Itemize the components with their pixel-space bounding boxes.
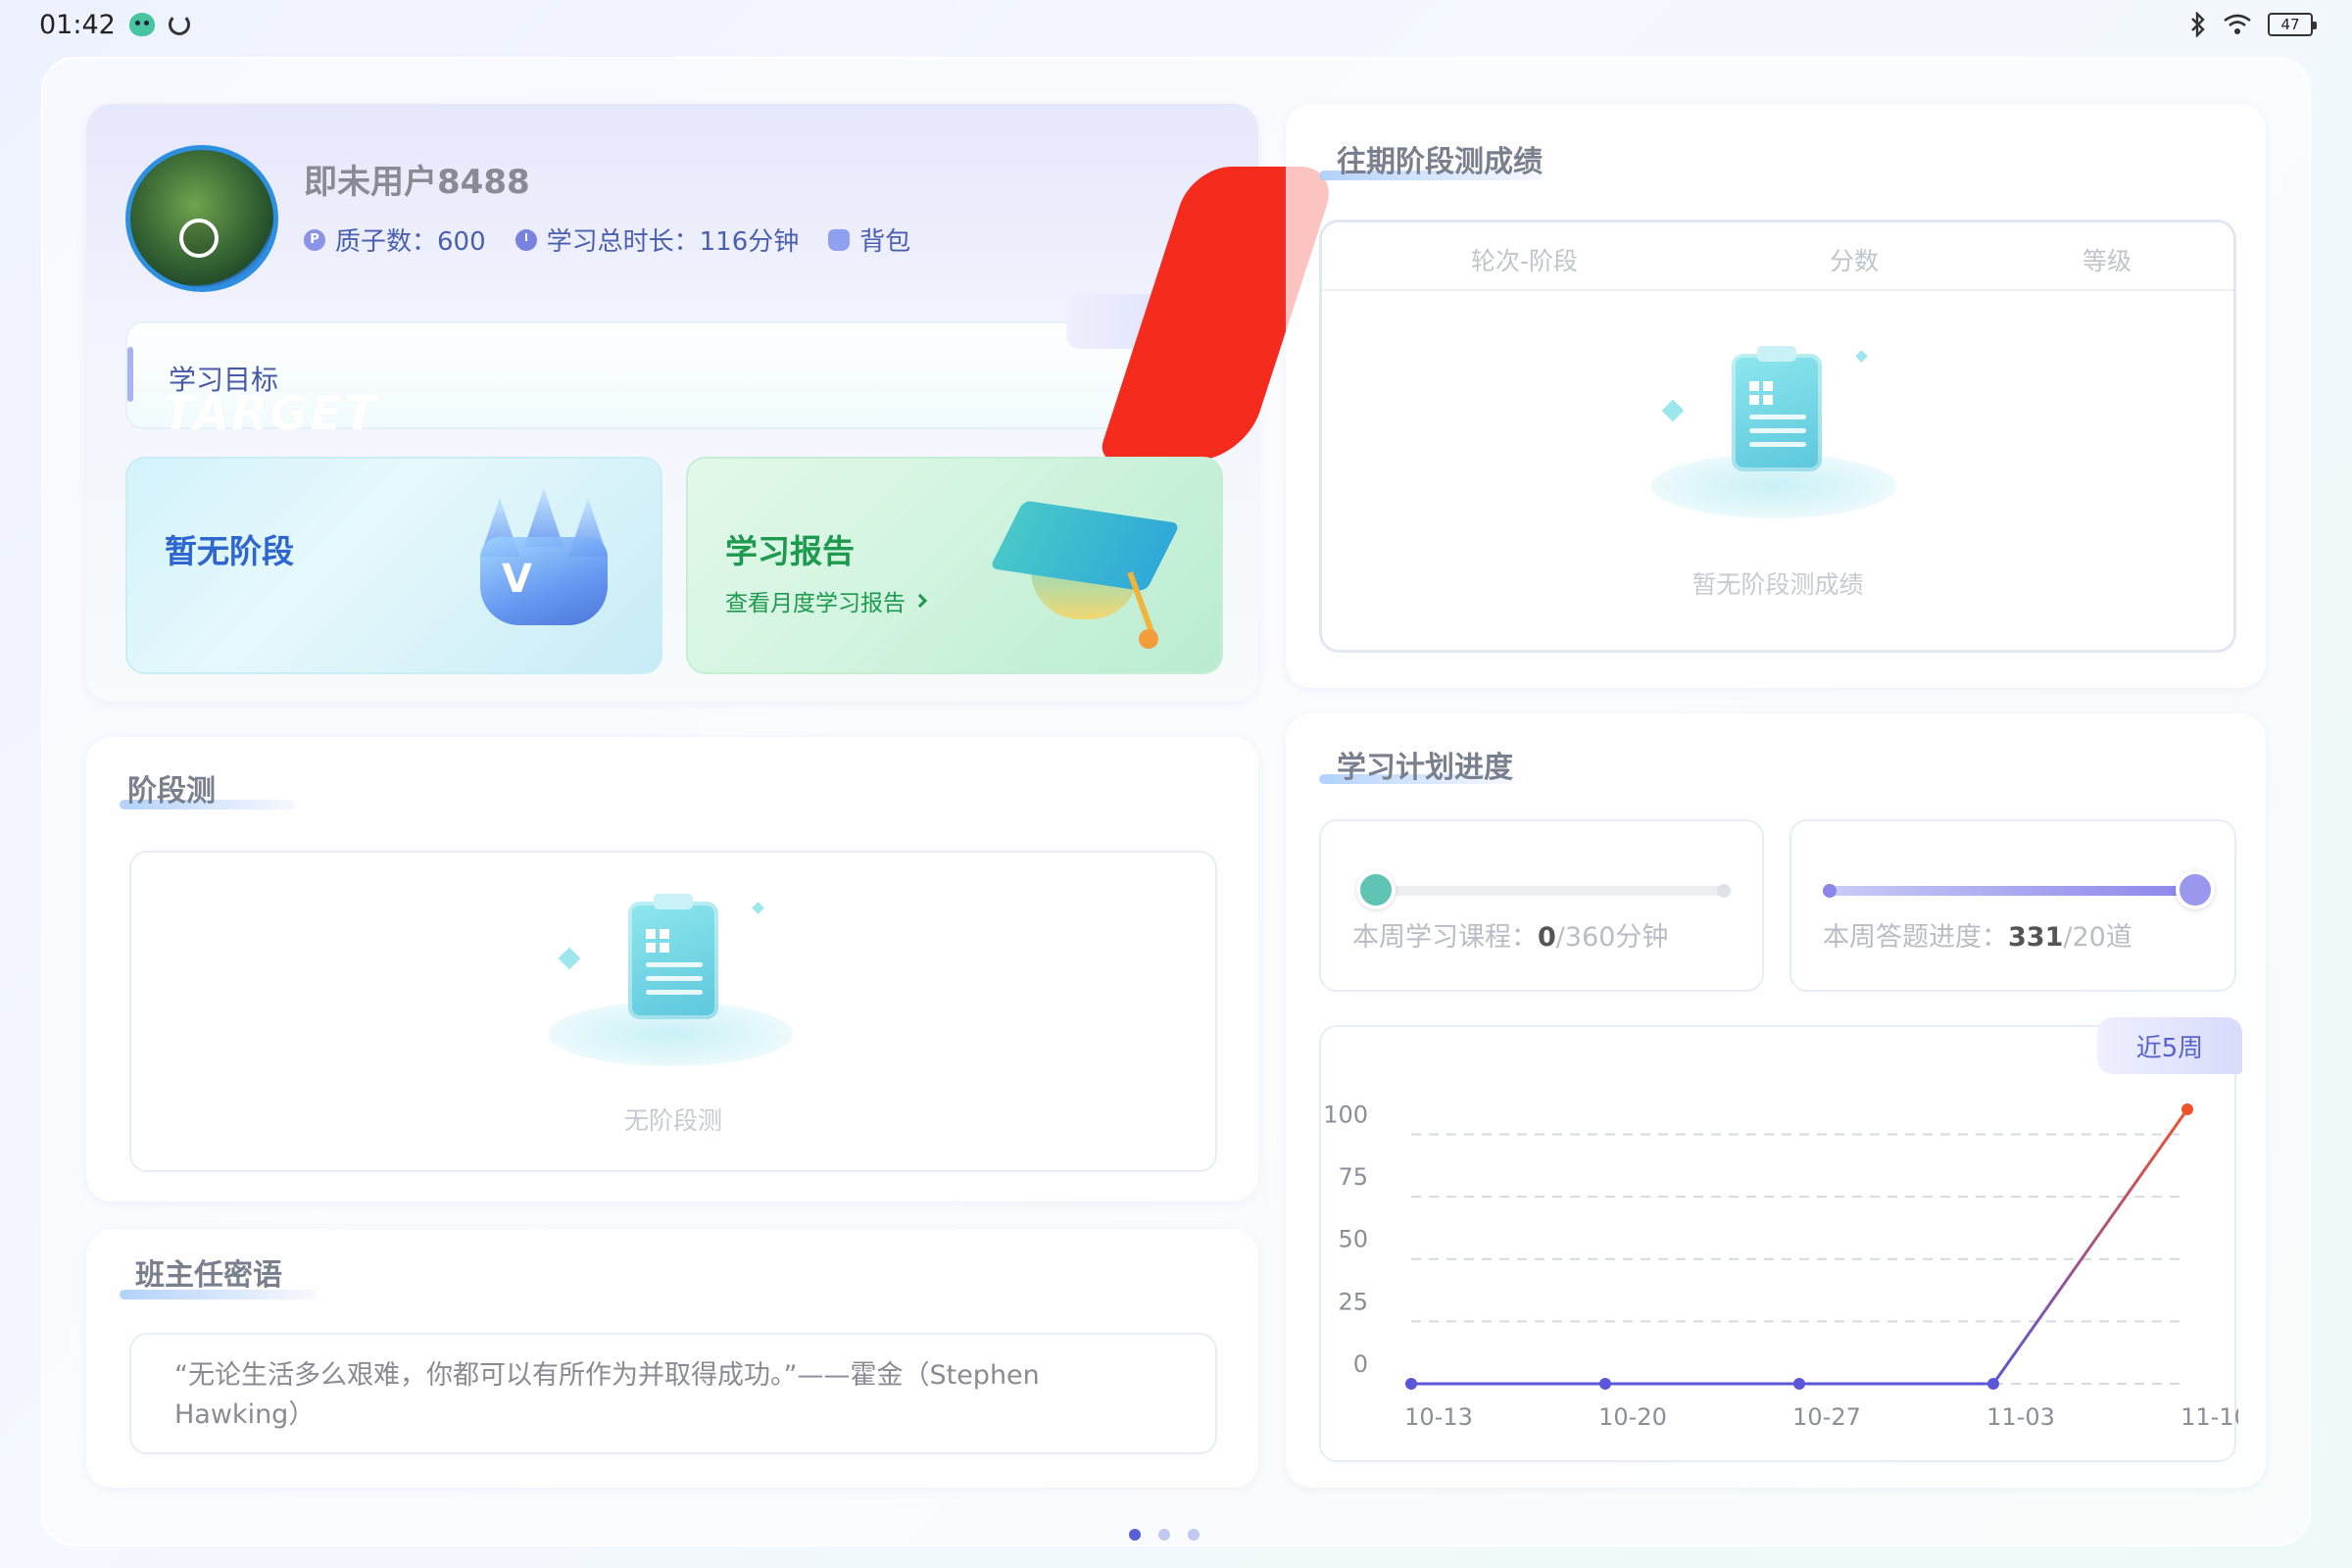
column-header-score: 分数 [1830, 247, 1880, 275]
study-plan-title: 学习计划进度 [1337, 751, 1513, 785]
question-progress-card: 本周答题进度：331/20道 [1789, 819, 2236, 992]
crown-icon: V [480, 488, 608, 635]
past-scores-table: 轮次-阶段 分数 等级 暂无阶段测成绩 [1319, 220, 2236, 653]
question-progress-fill [1829, 886, 2195, 896]
stage-test-empty-text: 无阶段测 [623, 1106, 722, 1135]
profile-card: 即未用户8488 P 质子数：600 学习总时长：116分钟 背包 学习目标 T… [86, 104, 1340, 702]
report-tile[interactable]: 学习报告 查看月度学习报告 [686, 457, 1223, 674]
page-dot[interactable] [1158, 1529, 1170, 1541]
stage-tile-title: 暂无阶段 [165, 532, 294, 570]
column-header-grade: 等级 [2082, 247, 2132, 275]
y-tick-label: 50 [1338, 1226, 1368, 1253]
x-tick-label: 11-03 [1986, 1403, 2055, 1431]
question-progress-value: 331 [2008, 922, 2064, 953]
course-progress-track [1358, 886, 1725, 896]
y-tick-label: 75 [1338, 1163, 1368, 1191]
x-tick-label: 10-27 [1792, 1403, 1861, 1431]
data-point [1405, 1378, 1417, 1390]
bluetooth-icon [2191, 12, 2205, 37]
goal-watermark: TARGET [163, 386, 379, 441]
battery-icon: 47 [2268, 13, 2317, 36]
column-header-round: 轮次-阶段 [1471, 247, 1579, 275]
stage-test-empty-panel: 无阶段测 [129, 851, 1217, 1172]
question-progress-suffix: /20道 [2063, 922, 2132, 953]
course-progress-suffix: /360分钟 [1555, 922, 1669, 953]
stage-test-card: 阶段测 无阶段测 [86, 737, 1258, 1201]
teacher-message-title: 班主任密语 [135, 1258, 282, 1293]
chevron-right-icon [912, 593, 928, 609]
empty-clipboard-icon [1651, 346, 1896, 532]
report-tile-sub: 查看月度学习报告 [725, 591, 906, 616]
past-scores-card: 往期阶段测成绩 轮次-阶段 分数 等级 暂无阶段测成绩 [1286, 104, 2266, 688]
question-progress-prefix: 本周答题进度： [1823, 922, 2008, 953]
page-indicator[interactable] [1129, 1529, 1200, 1541]
stage-test-title: 阶段测 [127, 774, 216, 808]
data-point [1793, 1378, 1805, 1390]
teacher-quote: “无论生活多么艰难，你都可以有所作为并取得成功。”——霍金（Stephen Ha… [174, 1360, 1040, 1430]
study-time-stat: 学习总时长：116分钟 [514, 221, 800, 258]
video-icon [1356, 870, 1396, 909]
points-label: 质子数：600 [335, 227, 486, 257]
course-progress-label: 本周学习课程：0/360分钟 [1352, 915, 1668, 954]
y-tick-label: 100 [1323, 1101, 1368, 1128]
page-dot[interactable] [1188, 1529, 1200, 1541]
bag-icon [828, 228, 851, 251]
empty-clipboard-icon [548, 894, 793, 1080]
study-time-label: 学习总时长：116分钟 [546, 227, 800, 257]
clock-time: 01:42 [39, 9, 116, 40]
y-tick-label: 0 [1353, 1350, 1368, 1378]
teacher-message-card: 班主任密语 “无论生活多么艰难，你都可以有所作为并取得成功。”——霍金（Step… [86, 1229, 1258, 1488]
past-scores-empty-text: 暂无阶段测成绩 [1691, 570, 1864, 599]
question-progress-label: 本周答题进度：331/20道 [1823, 915, 2132, 954]
x-tick-label: 11-10 [2180, 1403, 2238, 1431]
data-point [1599, 1378, 1611, 1390]
report-tile-link[interactable]: 查看月度学习报告 [725, 584, 928, 617]
y-tick-label: 25 [1338, 1288, 1368, 1315]
track-start-dot [1823, 884, 1837, 898]
mascot-icon [128, 13, 155, 36]
x-tick-label: 10-13 [1404, 1403, 1473, 1431]
question-progress-track [1829, 886, 2195, 896]
avatar-wheel-icon [179, 219, 219, 258]
username: 即未用户8488 [304, 163, 530, 202]
table-header: 轮次-阶段 分数 等级 [1322, 222, 2233, 291]
bag-button[interactable]: 背包 [828, 221, 910, 258]
wifi-icon [2224, 14, 2251, 34]
study-plan-card: 学习计划进度 本周学习课程：0/360分钟 本周答题进度：331/20道 近5周… [1286, 713, 2266, 1488]
data-point [2181, 1103, 2193, 1115]
x-tick-label: 10-20 [1598, 1403, 1667, 1431]
report-tile-title: 学习报告 [725, 532, 855, 570]
clock-icon [514, 228, 537, 251]
page-dot[interactable] [1129, 1529, 1141, 1541]
points-stat: P 质子数：600 [304, 221, 486, 258]
status-bar: 01:42 47 [0, 0, 2352, 49]
data-point [1987, 1378, 1999, 1390]
series-line [1411, 1108, 2189, 1386]
course-progress-prefix: 本周学习课程： [1352, 922, 1538, 953]
avatar[interactable] [125, 145, 278, 292]
battery-level: 47 [2280, 16, 2300, 33]
graduation-cap-icon [989, 500, 1181, 649]
refresh-icon [168, 14, 190, 35]
course-progress-card: 本周学习课程：0/360分钟 [1319, 819, 1764, 992]
past-scores-title: 往期阶段测成绩 [1337, 145, 1543, 179]
study-goal-box[interactable]: 学习目标 TARGET 礼物 [125, 294, 1231, 441]
points-icon: P [304, 228, 325, 251]
bag-label: 背包 [859, 227, 911, 257]
course-progress-value: 0 [1538, 922, 1556, 953]
document-icon [2176, 870, 2215, 909]
track-end-dot [1717, 884, 1731, 898]
teacher-message-box: “无论生活多么艰难，你都可以有所作为并取得成功。”——霍金（Stephen Ha… [129, 1333, 1217, 1454]
stage-tile[interactable]: 暂无阶段 V [125, 457, 662, 674]
weekly-chart-card: 近5周 025507510010-1310-2010-2711-0311-10 [1319, 1017, 2242, 1462]
user-stats: P 质子数：600 学习总时长：116分钟 背包 [304, 221, 910, 258]
weekly-line-chart: 0 25 50 75 100 10-13 10-20 10-27 11-03 11-10 [1323, 1101, 2238, 1431]
